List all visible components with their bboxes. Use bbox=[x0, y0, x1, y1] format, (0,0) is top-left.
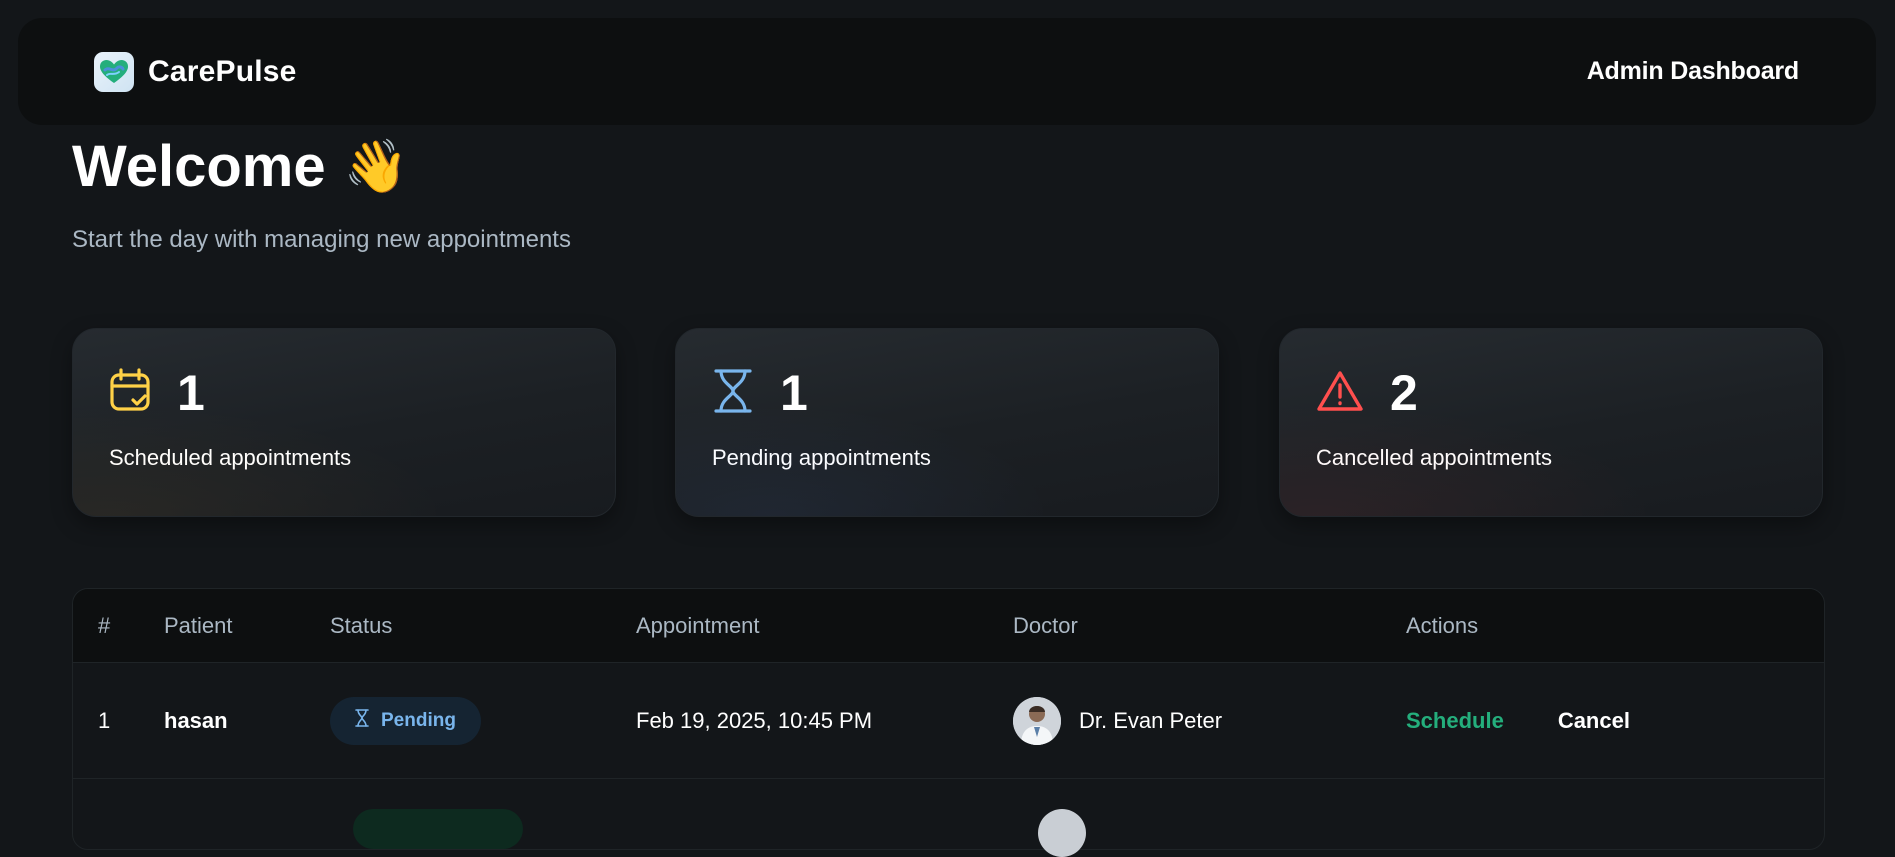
carepulse-logo-icon bbox=[94, 51, 134, 92]
stat-card-cancelled: 2 Cancelled appointments bbox=[1279, 328, 1823, 517]
status-badge-label: Pending bbox=[381, 709, 456, 731]
hourglass-icon bbox=[712, 368, 754, 419]
status-badge: Pending bbox=[330, 696, 481, 745]
welcome-title-text: Welcome bbox=[72, 134, 326, 199]
cancelled-count: 2 bbox=[1390, 365, 1418, 421]
column-header-patient: Patient bbox=[164, 612, 233, 638]
column-header-status: Status bbox=[330, 612, 393, 638]
appointment-datetime: Feb 19, 2025, 10:45 PM bbox=[636, 707, 873, 733]
stat-card-pending: 1 Pending appointments bbox=[675, 328, 1219, 517]
status-cell: Pending bbox=[330, 696, 636, 745]
column-header-number: # bbox=[98, 612, 111, 638]
column-header-doctor: Doctor bbox=[1013, 612, 1078, 638]
cancelled-label: Cancelled appointments bbox=[1316, 445, 1553, 470]
top-header: CarePulse Admin Dashboard bbox=[18, 18, 1876, 125]
cancel-button[interactable]: Cancel bbox=[1558, 708, 1630, 734]
calendar-check-icon bbox=[109, 367, 151, 419]
scheduled-count: 1 bbox=[177, 365, 205, 421]
doctor-avatar bbox=[1038, 809, 1086, 857]
welcome-section: Welcome 👋 Start the day with managing ne… bbox=[72, 132, 571, 254]
brand[interactable]: CarePulse bbox=[94, 51, 297, 92]
patient-name: hasan bbox=[164, 707, 228, 733]
pending-label: Pending appointments bbox=[712, 445, 931, 470]
appointments-table: # Patient Status Appointment Doctor Acti… bbox=[72, 588, 1825, 850]
row-number: 1 bbox=[98, 707, 111, 733]
status-badge bbox=[353, 809, 523, 849]
waving-hand-icon: 👋 bbox=[343, 138, 409, 196]
hourglass-icon bbox=[355, 708, 369, 733]
welcome-subtitle: Start the day with managing new appointm… bbox=[72, 226, 571, 253]
doctor-name: Dr. Evan Peter bbox=[1079, 707, 1223, 733]
table-header-row: # Patient Status Appointment Doctor Acti… bbox=[73, 589, 1824, 663]
doctor-cell: Dr. Evan Peter bbox=[1013, 696, 1406, 745]
doctor-avatar bbox=[1013, 696, 1061, 745]
schedule-button[interactable]: Schedule bbox=[1406, 708, 1504, 734]
table-row: 1 hasan Pending Feb 19, 2025, 10:45 PM D… bbox=[73, 663, 1824, 779]
welcome-heading: Welcome 👋 bbox=[72, 132, 571, 202]
column-header-appointment: Appointment bbox=[636, 612, 760, 638]
actions-cell: Schedule Cancel bbox=[1406, 708, 1824, 734]
brand-name: CarePulse bbox=[148, 54, 297, 88]
stat-card-scheduled: 1 Scheduled appointments bbox=[72, 328, 616, 517]
pending-count: 1 bbox=[780, 365, 808, 421]
warning-icon bbox=[1316, 369, 1364, 418]
scheduled-label: Scheduled appointments bbox=[109, 445, 352, 470]
column-header-actions: Actions bbox=[1406, 612, 1479, 638]
header-title: Admin Dashboard bbox=[1586, 57, 1799, 85]
